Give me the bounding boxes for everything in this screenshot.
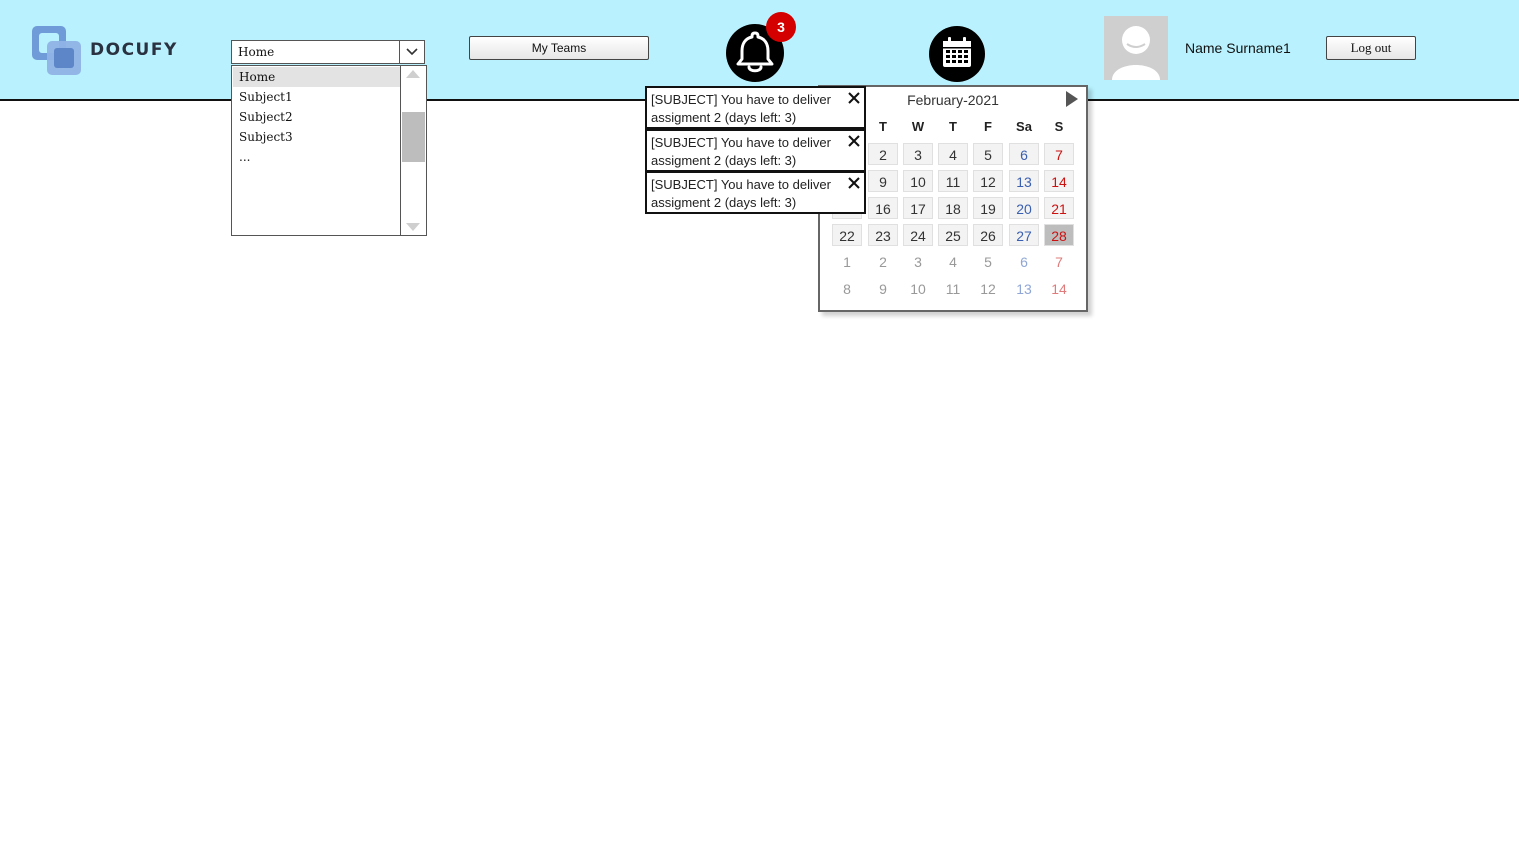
calendar-day[interactable]: 17 <box>903 197 933 219</box>
calendar-day[interactable]: 27 <box>1009 224 1039 246</box>
weekday-header: F <box>984 119 992 134</box>
calendar-day-other-month[interactable]: 10 <box>903 278 933 300</box>
calendar-day[interactable]: 21 <box>1044 197 1074 219</box>
calendar-day-other-month[interactable]: 13 <box>1009 278 1039 300</box>
weekday-header: S <box>1054 119 1064 134</box>
notification-text: [SUBJECT] You have to deliver assigment … <box>651 135 831 168</box>
calendar-day[interactable]: 10 <box>903 170 933 192</box>
scroll-down-arrow-icon[interactable] <box>406 223 420 231</box>
calendar-day-other-month[interactable]: 8 <box>832 278 862 300</box>
logout-button[interactable]: Log out <box>1326 36 1416 60</box>
calendar-day[interactable]: 7 <box>1044 143 1074 165</box>
calendar-day[interactable]: 16 <box>868 197 898 219</box>
calendar-day[interactable]: 5 <box>973 143 1003 165</box>
calendar-day-other-month[interactable]: 12 <box>973 278 1003 300</box>
combobox-toggle[interactable] <box>399 41 424 63</box>
calendar-day[interactable]: 20 <box>1009 197 1039 219</box>
calendar-day[interactable]: 19 <box>973 197 1003 219</box>
calendar-day-other-month[interactable]: 1 <box>832 251 862 273</box>
calendar-day[interactable]: 18 <box>938 197 968 219</box>
dropdown-scrollbar[interactable] <box>400 66 426 235</box>
calendar-day[interactable]: 24 <box>903 224 933 246</box>
calendar-day-other-month[interactable]: 2 <box>868 251 898 273</box>
close-icon[interactable] <box>847 91 861 105</box>
scroll-up-arrow-icon[interactable] <box>406 70 420 78</box>
calendar-day[interactable]: 3 <box>903 143 933 165</box>
docufy-logo[interactable]: DOCUFY <box>30 24 190 78</box>
weekday-header: T <box>879 119 887 134</box>
weekday-header: Sa <box>1016 119 1032 134</box>
calendar-day[interactable]: 12 <box>973 170 1003 192</box>
calendar-day-other-month[interactable]: 3 <box>903 251 933 273</box>
weekday-header: T <box>949 119 957 134</box>
notification-text: [SUBJECT] You have to deliver assigment … <box>651 92 831 125</box>
notification-item: [SUBJECT] You have to deliver assigment … <box>645 171 866 214</box>
calendar-day-other-month[interactable]: 7 <box>1044 251 1074 273</box>
calendar-button[interactable] <box>929 26 985 82</box>
calendar-day-other-month[interactable]: 6 <box>1009 251 1039 273</box>
calendar-day[interactable]: 25 <box>938 224 968 246</box>
calendar-day[interactable]: 23 <box>868 224 898 246</box>
user-avatar-icon <box>1104 16 1168 80</box>
calendar-day-other-month[interactable]: 14 <box>1044 278 1074 300</box>
calendar-day[interactable]: 6 <box>1009 143 1039 165</box>
brand-name: DOCUFY <box>90 40 178 60</box>
user-name: Name Surname1 <box>1185 40 1291 56</box>
calendar-day[interactable]: 2 <box>868 143 898 165</box>
calendar-day[interactable]: 14 <box>1044 170 1074 192</box>
calendar-day-other-month[interactable]: 11 <box>938 278 968 300</box>
notification-item: [SUBJECT] You have to deliver assigment … <box>645 129 866 172</box>
calendar-day[interactable]: 22 <box>832 224 862 246</box>
dropdown-option-subject1[interactable]: Subject1 <box>233 87 401 107</box>
close-icon[interactable] <box>847 176 861 190</box>
subject-dropdown-list[interactable]: Home Subject1 Subject2 Subject3 ... <box>231 65 427 236</box>
calendar-day[interactable]: 26 <box>973 224 1003 246</box>
dropdown-option-subject3[interactable]: Subject3 <box>233 127 401 147</box>
notification-count-badge: 3 <box>766 12 796 42</box>
subject-combobox[interactable]: Home <box>231 40 425 64</box>
next-month-arrow-icon[interactable] <box>1066 91 1078 107</box>
avatar[interactable] <box>1104 16 1168 80</box>
calendar-day[interactable]: 11 <box>938 170 968 192</box>
dropdown-option-home[interactable]: Home <box>233 67 401 87</box>
calendar-day[interactable]: 9 <box>868 170 898 192</box>
scrollbar-thumb[interactable] <box>402 112 425 162</box>
combobox-value: Home <box>238 45 275 59</box>
calendar-day-other-month[interactable]: 5 <box>973 251 1003 273</box>
notification-text: [SUBJECT] You have to deliver assigment … <box>651 177 831 210</box>
calendar-day[interactable]: 28 <box>1044 224 1074 246</box>
dropdown-option-more[interactable]: ... <box>233 147 401 167</box>
calendar-day[interactable]: 13 <box>1009 170 1039 192</box>
dropdown-option-subject2[interactable]: Subject2 <box>233 107 401 127</box>
calendar-day[interactable]: 4 <box>938 143 968 165</box>
chevron-down-icon <box>406 48 418 56</box>
close-icon[interactable] <box>847 134 861 148</box>
docufy-logo-icon <box>32 26 81 75</box>
my-teams-button[interactable]: My Teams <box>469 36 649 60</box>
notification-item: [SUBJECT] You have to deliver assigment … <box>645 86 866 129</box>
calendar-day-other-month[interactable]: 4 <box>938 251 968 273</box>
calendar-icon <box>943 37 971 67</box>
weekday-header: W <box>911 119 925 134</box>
calendar-day-other-month[interactable]: 9 <box>868 278 898 300</box>
